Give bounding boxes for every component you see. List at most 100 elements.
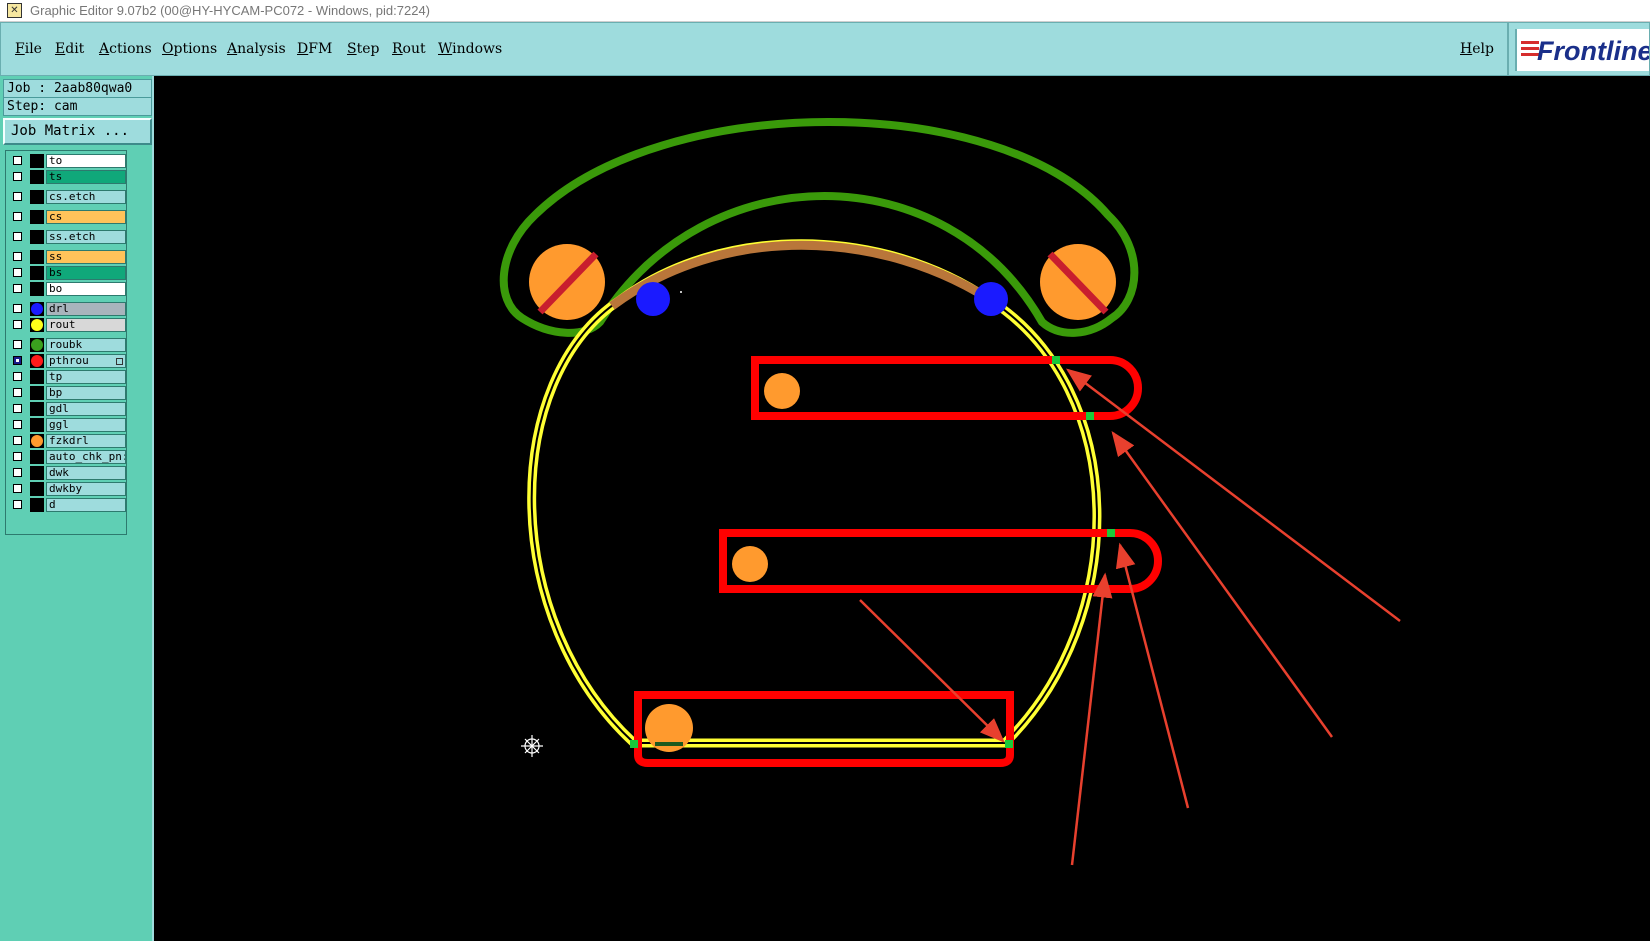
- layer-color-indicator[interactable]: [30, 266, 44, 280]
- layer-checkbox[interactable]: [13, 420, 22, 429]
- layer-color-indicator[interactable]: [30, 418, 44, 432]
- layer-checkbox[interactable]: [13, 320, 22, 329]
- layer-name[interactable]: pthrou: [46, 354, 126, 368]
- layer-row-to[interactable]: to: [9, 154, 126, 168]
- layer-name[interactable]: rout: [46, 318, 126, 332]
- layer-row-roubk[interactable]: roubk: [9, 338, 126, 352]
- layer-color-indicator[interactable]: [30, 402, 44, 416]
- layer-name[interactable]: to: [46, 154, 126, 168]
- layer-checkbox[interactable]: [13, 372, 22, 381]
- layer-checkbox[interactable]: [13, 252, 22, 261]
- layer-checkbox[interactable]: [13, 500, 22, 509]
- layer-color-indicator[interactable]: [30, 450, 44, 464]
- menu-edit[interactable]: Edit: [55, 41, 84, 57]
- layer-color-indicator[interactable]: [30, 154, 44, 168]
- layer-row-ts[interactable]: ts: [9, 170, 126, 184]
- layer-name[interactable]: auto_chk_pn:: [46, 450, 126, 464]
- layer-row-dwkby[interactable]: dwkby: [9, 482, 126, 496]
- layer-checkbox[interactable]: [13, 172, 22, 181]
- layer-checkbox[interactable]: [13, 388, 22, 397]
- menu-windows[interactable]: Windows: [438, 41, 502, 57]
- layer-name[interactable]: gdl: [46, 402, 126, 416]
- layer-checkbox[interactable]: [13, 452, 22, 461]
- layer-checkbox[interactable]: [13, 192, 22, 201]
- layer-name[interactable]: ts: [46, 170, 126, 184]
- layer-row-tp[interactable]: tp: [9, 370, 126, 384]
- step-name: Step: cam: [3, 97, 152, 116]
- layer-checkbox[interactable]: [13, 356, 22, 365]
- layer-name[interactable]: ss.etch: [46, 230, 126, 244]
- layer-color-indicator[interactable]: [30, 210, 44, 224]
- layer-row-gdl[interactable]: gdl: [9, 402, 126, 416]
- cursor-dot: [680, 291, 682, 293]
- layer-row-ss-etch[interactable]: ss.etch: [9, 230, 126, 244]
- layer-row-bo[interactable]: bo: [9, 282, 126, 296]
- layer-name[interactable]: tp: [46, 370, 126, 384]
- job-matrix-button[interactable]: Job Matrix ...: [3, 118, 152, 145]
- menu-actions[interactable]: Actions: [99, 41, 152, 57]
- layer-checkbox[interactable]: [13, 212, 22, 221]
- layer-color-indicator[interactable]: [30, 282, 44, 296]
- layer-checkbox[interactable]: [13, 304, 22, 313]
- layer-name[interactable]: bs: [46, 266, 126, 280]
- layer-checkbox[interactable]: [13, 436, 22, 445]
- layer-color-indicator[interactable]: [30, 434, 44, 448]
- layer-name[interactable]: bo: [46, 282, 126, 296]
- menu-dfm[interactable]: DFM: [297, 41, 332, 57]
- menu-help[interactable]: Help: [1460, 41, 1494, 57]
- layer-color-indicator[interactable]: [30, 482, 44, 496]
- layer-color-indicator[interactable]: [30, 170, 44, 184]
- layer-color-indicator[interactable]: [30, 338, 44, 352]
- layer-name[interactable]: ss: [46, 250, 126, 264]
- layer-checkbox[interactable]: [13, 284, 22, 293]
- layer-color-indicator[interactable]: [30, 318, 44, 332]
- layer-row-bs[interactable]: bs: [9, 266, 126, 280]
- layer-checkbox[interactable]: [13, 484, 22, 493]
- layer-row-bp[interactable]: bp: [9, 386, 126, 400]
- app-icon: ✕: [7, 3, 22, 18]
- layer-row-dwk[interactable]: dwk: [9, 466, 126, 480]
- layer-name[interactable]: d: [46, 498, 126, 512]
- layer-checkbox[interactable]: [13, 404, 22, 413]
- layer-color-indicator[interactable]: [30, 250, 44, 264]
- layer-color-indicator[interactable]: [30, 386, 44, 400]
- menu-file[interactable]: File: [15, 41, 42, 57]
- pad-marker: [655, 742, 683, 746]
- layer-row-cs-etch[interactable]: cs.etch: [9, 190, 126, 204]
- layer-row-pthrou[interactable]: pthrou: [9, 354, 126, 368]
- layer-checkbox[interactable]: [13, 156, 22, 165]
- layer-checkbox[interactable]: [13, 468, 22, 477]
- layer-row-auto-chk-pn-[interactable]: auto_chk_pn:: [9, 450, 126, 464]
- layer-color-indicator[interactable]: [30, 466, 44, 480]
- menu-analysis[interactable]: Analysis: [227, 41, 286, 57]
- layer-checkbox[interactable]: [13, 340, 22, 349]
- layer-color-indicator[interactable]: [30, 302, 44, 316]
- menu-step[interactable]: Step: [347, 41, 379, 57]
- layer-name[interactable]: cs.etch: [46, 190, 126, 204]
- layer-name[interactable]: fzkdrl: [46, 434, 126, 448]
- layer-color-indicator[interactable]: [30, 354, 44, 368]
- menu-options[interactable]: Options: [162, 41, 217, 57]
- layer-row-ggl[interactable]: ggl: [9, 418, 126, 432]
- layer-name[interactable]: cs: [46, 210, 126, 224]
- graphic-canvas[interactable]: [154, 76, 1650, 941]
- menu-rout[interactable]: Rout: [392, 41, 426, 57]
- layer-name[interactable]: bp: [46, 386, 126, 400]
- layer-color-indicator[interactable]: [30, 498, 44, 512]
- layer-row-fzkdrl[interactable]: fzkdrl: [9, 434, 126, 448]
- layer-color-indicator[interactable]: [30, 190, 44, 204]
- layer-color-indicator[interactable]: [30, 230, 44, 244]
- layer-row-d[interactable]: d: [9, 498, 126, 512]
- layer-name[interactable]: dwk: [46, 466, 126, 480]
- layer-color-indicator[interactable]: [30, 370, 44, 384]
- layer-row-rout[interactable]: rout: [9, 318, 126, 332]
- layer-row-drl[interactable]: drl: [9, 302, 126, 316]
- layer-checkbox[interactable]: [13, 268, 22, 277]
- layer-name[interactable]: drl: [46, 302, 126, 316]
- layer-row-cs[interactable]: cs: [9, 210, 126, 224]
- layer-name[interactable]: roubk: [46, 338, 126, 352]
- layer-row-ss[interactable]: ss: [9, 250, 126, 264]
- layer-name[interactable]: dwkby: [46, 482, 126, 496]
- layer-name[interactable]: ggl: [46, 418, 126, 432]
- layer-checkbox[interactable]: [13, 232, 22, 241]
